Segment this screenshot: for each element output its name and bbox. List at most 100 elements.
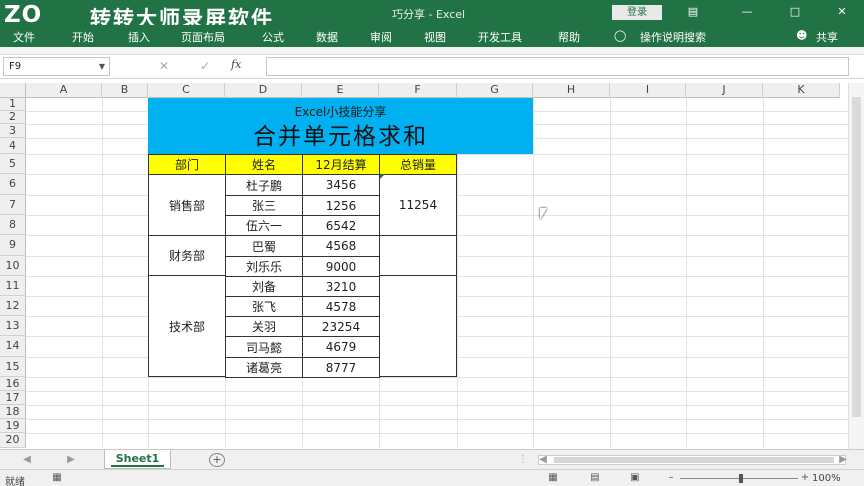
share-button[interactable]: 共享 [816, 29, 838, 45]
tab-help[interactable]: 帮助 [558, 29, 580, 45]
macro-record-icon[interactable]: ▦ [50, 472, 64, 484]
settlement-value-cell[interactable]: 3456 [302, 174, 380, 196]
row-header[interactable]: 6 [0, 174, 26, 195]
column-header[interactable]: F [379, 83, 457, 98]
tab-data[interactable]: 数据 [316, 29, 338, 45]
page-break-view-icon[interactable]: ▣ [628, 472, 642, 484]
prev-sheet-icon[interactable]: ◀ [20, 453, 34, 467]
insert-function-button[interactable]: fx [231, 58, 241, 71]
zoom-out-icon[interactable]: – [664, 472, 678, 484]
column-header[interactable]: K [763, 83, 840, 98]
employee-name-cell[interactable]: 关羽 [225, 316, 303, 337]
column-header[interactable]: I [610, 83, 686, 98]
employee-name-cell[interactable]: 司马懿 [225, 336, 303, 358]
tab-page-layout[interactable]: 页面布局 [181, 29, 225, 45]
row-header[interactable]: 4 [0, 138, 26, 154]
minimize-icon[interactable]: — [737, 4, 757, 20]
employee-name-cell[interactable]: 伍六一 [225, 215, 303, 236]
settlement-value-cell[interactable]: 4568 [302, 235, 380, 257]
column-header[interactable]: G [457, 83, 533, 98]
next-sheet-icon[interactable]: ▶ [64, 453, 78, 467]
tab-split-handle-icon[interactable]: ⋮ [516, 453, 530, 467]
row-header[interactable]: 2 [0, 111, 26, 124]
row-header[interactable]: 8 [0, 215, 26, 235]
total-sales-cell[interactable] [379, 235, 457, 276]
column-header[interactable]: C [148, 83, 225, 98]
restore-icon[interactable]: □ [785, 4, 805, 20]
horizontal-scroll-thumb[interactable] [554, 457, 834, 463]
column-header[interactable]: H [533, 83, 610, 98]
total-sales-cell[interactable] [379, 275, 457, 377]
tab-insert[interactable]: 插入 [128, 29, 150, 45]
name-box[interactable]: F9 ▼ [3, 57, 110, 76]
employee-name-cell[interactable]: 刘备 [225, 276, 303, 297]
employee-name-cell[interactable]: 张三 [225, 195, 303, 216]
select-all-corner[interactable] [0, 83, 26, 98]
zoom-in-icon[interactable]: + [798, 472, 812, 484]
employee-name-cell[interactable]: 诸葛亮 [225, 357, 303, 378]
row-header[interactable]: 19 [0, 419, 26, 433]
settlement-value-cell[interactable]: 4578 [302, 296, 380, 317]
column-header[interactable]: B [102, 83, 148, 98]
row-header[interactable]: 17 [0, 391, 26, 405]
department-cell[interactable]: 财务部 [148, 235, 226, 276]
normal-view-icon[interactable]: ▦ [546, 472, 560, 484]
row-header[interactable]: 18 [0, 405, 26, 419]
tell-me-search[interactable]: 操作说明搜索 [640, 29, 706, 45]
row-header[interactable]: 16 [0, 377, 26, 391]
employee-name-cell[interactable]: 杜子鹏 [225, 174, 303, 196]
header-total-sales[interactable]: 总销量 [379, 154, 457, 175]
header-december-settlement[interactable]: 12月结算 [302, 154, 380, 175]
chevron-down-icon[interactable]: ▼ [99, 58, 105, 75]
tab-review[interactable]: 审阅 [370, 29, 392, 45]
settlement-value-cell[interactable]: 4679 [302, 336, 380, 358]
login-button[interactable]: 登录 [612, 5, 662, 20]
cancel-icon[interactable]: ✕ [155, 58, 173, 75]
settlement-value-cell[interactable]: 23254 [302, 316, 380, 337]
row-header[interactable]: 10 [0, 256, 26, 276]
department-cell[interactable]: 销售部 [148, 174, 226, 236]
department-cell[interactable]: 技术部 [148, 275, 226, 377]
column-header[interactable]: E [302, 83, 379, 98]
row-header[interactable]: 12 [0, 296, 26, 316]
row-header[interactable]: 14 [0, 336, 26, 357]
settlement-value-cell[interactable]: 3210 [302, 276, 380, 297]
zoom-slider-knob[interactable] [739, 474, 743, 483]
formula-input[interactable] [266, 57, 849, 76]
horizontal-scrollbar[interactable] [538, 455, 846, 465]
tab-formulas[interactable]: 公式 [262, 29, 284, 45]
settlement-value-cell[interactable]: 6542 [302, 215, 380, 236]
settlement-value-cell[interactable]: 8777 [302, 357, 380, 378]
employee-name-cell[interactable]: 刘乐乐 [225, 256, 303, 277]
scroll-left-icon[interactable]: ◀ [536, 453, 550, 467]
column-header[interactable]: D [225, 83, 302, 98]
row-header[interactable]: 13 [0, 316, 26, 336]
enter-check-icon[interactable]: ✓ [196, 58, 214, 75]
tab-home[interactable]: 开始 [72, 29, 94, 45]
total-sales-cell[interactable]: 11254 [379, 174, 457, 236]
header-department[interactable]: 部门 [148, 154, 226, 175]
sheet-tab[interactable]: Sheet1 [104, 450, 171, 469]
page-layout-view-icon[interactable]: ▤ [588, 472, 602, 484]
ribbon-display-options-icon[interactable]: ▤ [683, 4, 703, 20]
person-icon[interactable]: ☻ [796, 29, 807, 42]
row-header[interactable]: 15 [0, 357, 26, 377]
column-header[interactable]: J [686, 83, 763, 98]
settlement-value-cell[interactable]: 9000 [302, 256, 380, 277]
tab-file[interactable]: 文件 [13, 29, 35, 45]
row-header[interactable]: 7 [0, 195, 26, 215]
row-header[interactable]: 9 [0, 235, 26, 256]
tab-view[interactable]: 视图 [424, 29, 446, 45]
employee-name-cell[interactable]: 巴蜀 [225, 235, 303, 257]
header-name[interactable]: 姓名 [225, 154, 303, 175]
tab-developer[interactable]: 开发工具 [478, 29, 522, 45]
column-header[interactable]: A [26, 83, 102, 98]
employee-name-cell[interactable]: 张飞 [225, 296, 303, 317]
row-header[interactable]: 11 [0, 276, 26, 296]
lightbulb-icon[interactable]: ◯ [614, 29, 626, 42]
scroll-right-icon[interactable]: ▶ [836, 453, 850, 467]
vertical-scroll-thumb[interactable] [852, 97, 861, 417]
row-header[interactable]: 5 [0, 154, 26, 174]
vertical-scrollbar[interactable] [848, 83, 864, 449]
zoom-level[interactable]: 100% [812, 473, 841, 484]
